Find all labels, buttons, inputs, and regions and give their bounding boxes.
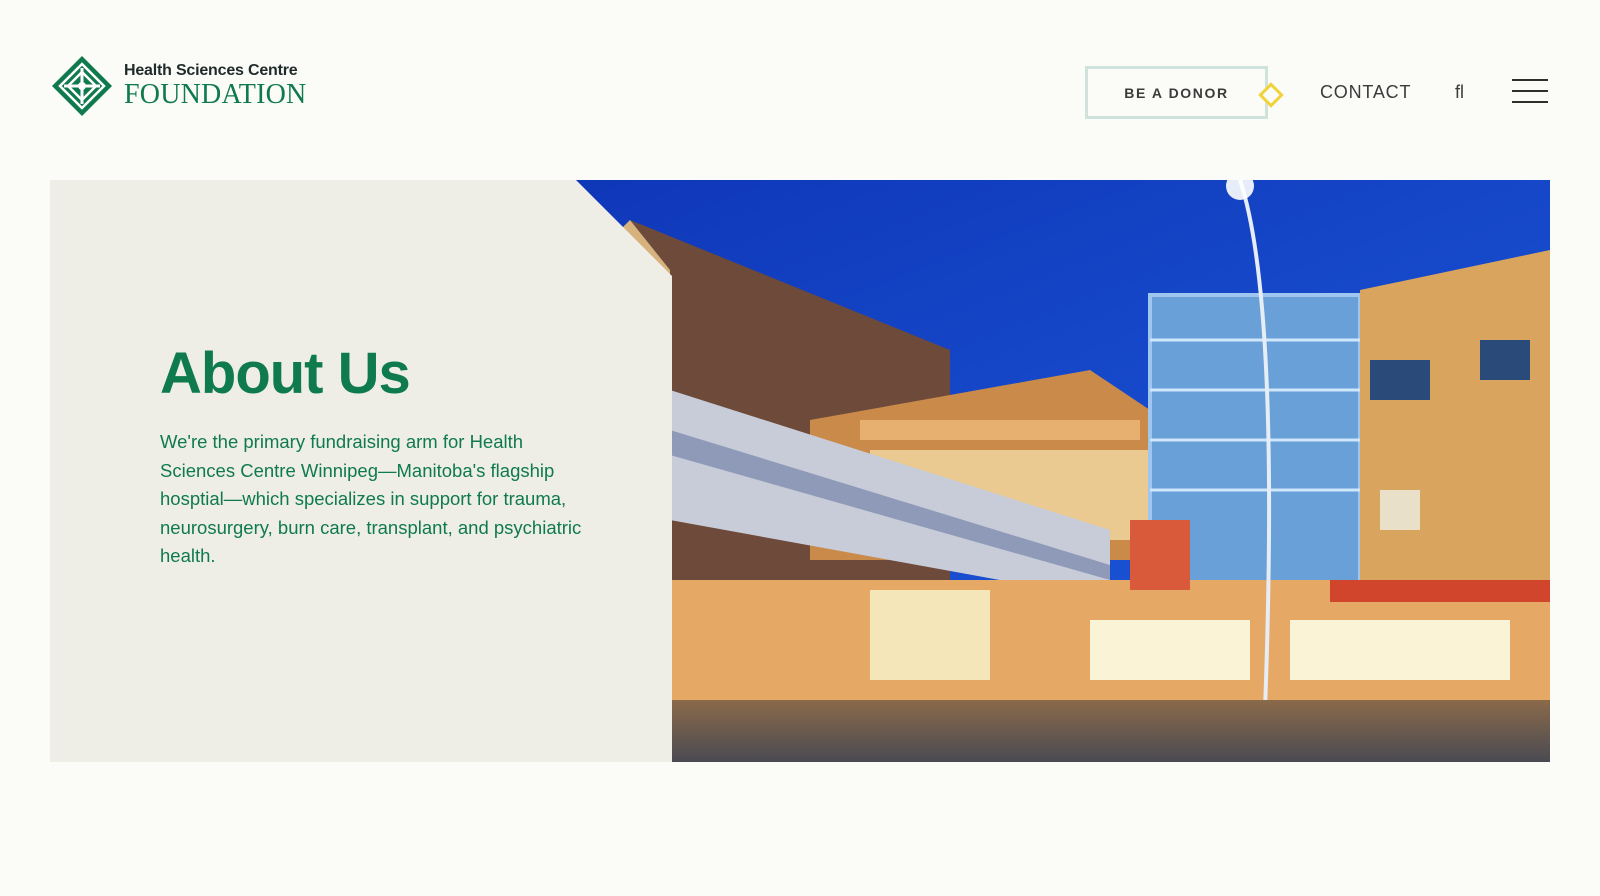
- logo-emblem-icon: [52, 56, 112, 116]
- about-description: We're the primary fundraising arm for He…: [160, 431, 582, 566]
- logo-text-line2: FOUNDATION: [124, 79, 307, 110]
- page-title: About Us: [160, 341, 411, 406]
- hamburger-menu-icon[interactable]: [1512, 79, 1548, 105]
- contact-link[interactable]: CONTACT: [1320, 82, 1411, 103]
- be-a-donor-button[interactable]: BE A DONOR: [1085, 66, 1268, 119]
- logo-text-line1: Health Sciences Centre: [124, 62, 298, 79]
- foundation-logo[interactable]: Health Sciences Centre FOUNDATION: [50, 54, 306, 118]
- search-icon[interactable]: fl: [1455, 82, 1464, 103]
- about-hero: About Us We're the primary fundraising a…: [50, 180, 1550, 762]
